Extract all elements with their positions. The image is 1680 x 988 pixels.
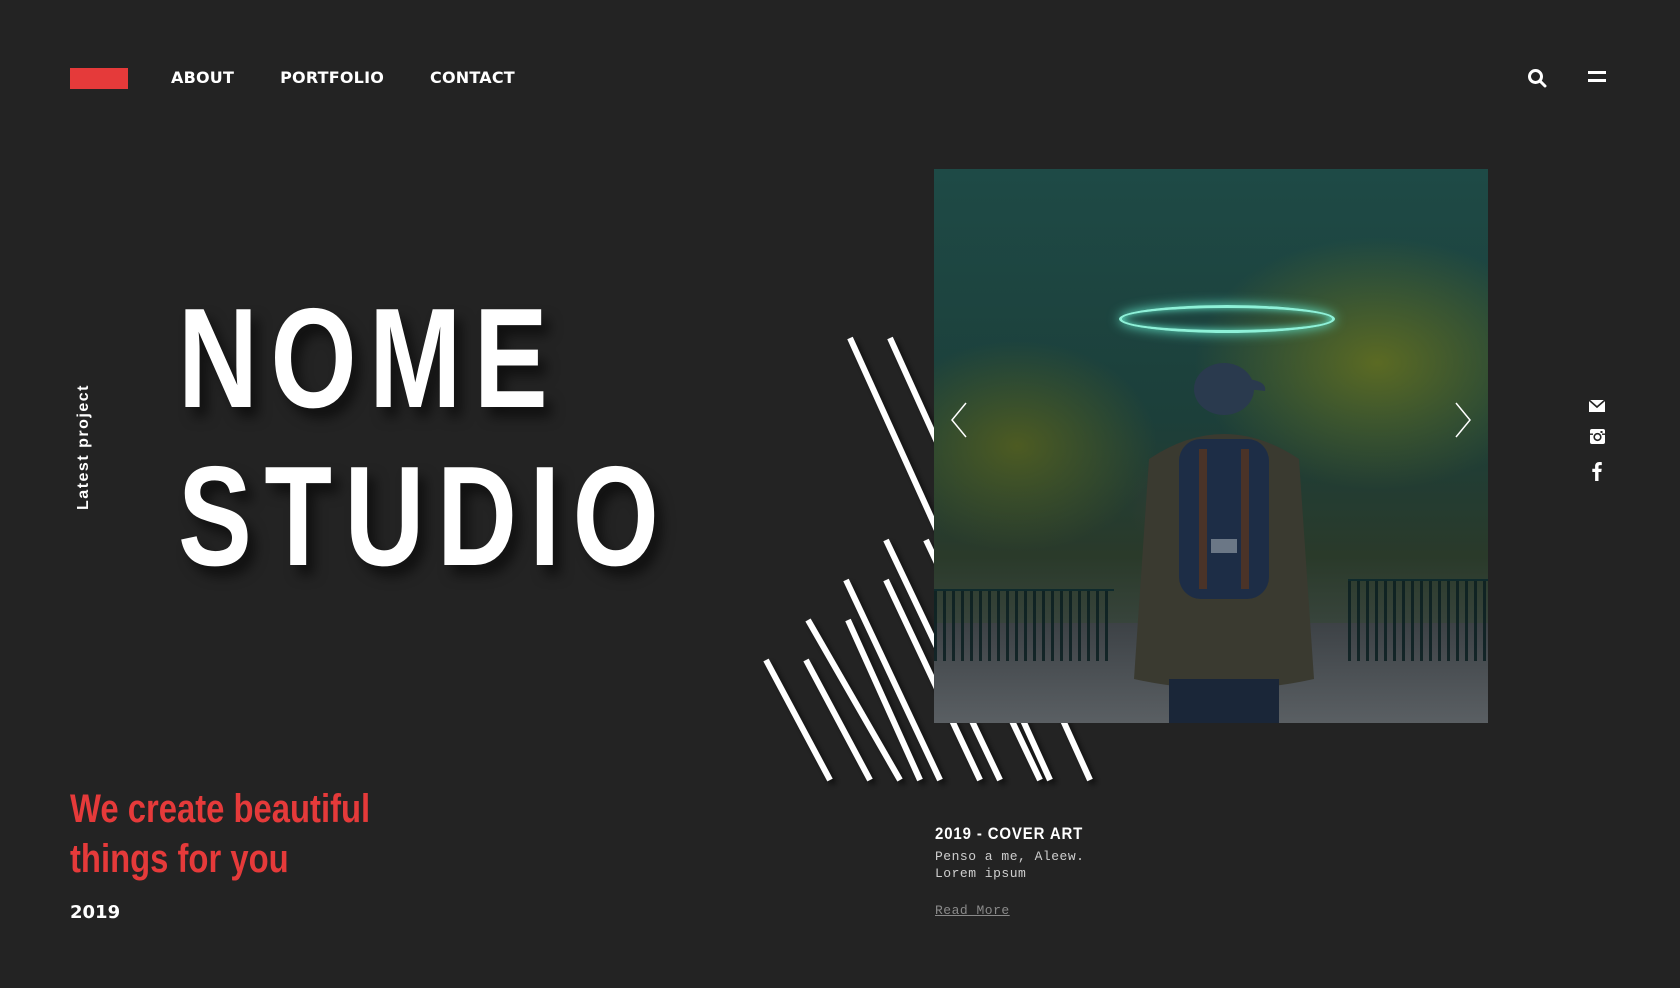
facebook-icon[interactable] xyxy=(1592,461,1602,481)
social-links xyxy=(1589,400,1605,481)
neon-halo xyxy=(1119,305,1335,333)
hero-title-line1: NOME xyxy=(178,279,561,438)
project-description: Penso a me, Aleew. Lorem ipsum xyxy=(935,849,1085,881)
prev-arrow-icon[interactable] xyxy=(950,401,968,439)
latest-project-label: Latest project xyxy=(75,384,92,510)
hero-title: NOME STUDIO xyxy=(178,280,671,596)
image-person xyxy=(1134,363,1314,723)
menu-icon[interactable] xyxy=(1588,71,1606,85)
next-arrow-icon[interactable] xyxy=(1454,401,1472,439)
nav-about[interactable]: ABOUT xyxy=(171,68,234,88)
project-title: 2019 - COVER ART xyxy=(935,824,1084,843)
image-fence-left xyxy=(934,589,1114,661)
logo[interactable] xyxy=(70,68,128,89)
tagline: We create beautiful things for you xyxy=(70,787,371,881)
mail-icon[interactable] xyxy=(1589,400,1605,412)
image-fence-right xyxy=(1348,579,1488,661)
search-icon[interactable] xyxy=(1527,68,1547,88)
instagram-icon[interactable] xyxy=(1589,429,1605,444)
nav-portfolio[interactable]: PORTFOLIO xyxy=(280,68,384,88)
main-nav: ABOUT PORTFOLIO CONTACT xyxy=(171,68,515,88)
hero-title-line2: STUDIO xyxy=(178,437,672,596)
year-label: 2019 xyxy=(70,902,121,923)
read-more-link[interactable]: Read More xyxy=(935,903,1010,918)
project-image[interactable] xyxy=(934,169,1488,723)
nav-contact[interactable]: CONTACT xyxy=(430,68,515,88)
